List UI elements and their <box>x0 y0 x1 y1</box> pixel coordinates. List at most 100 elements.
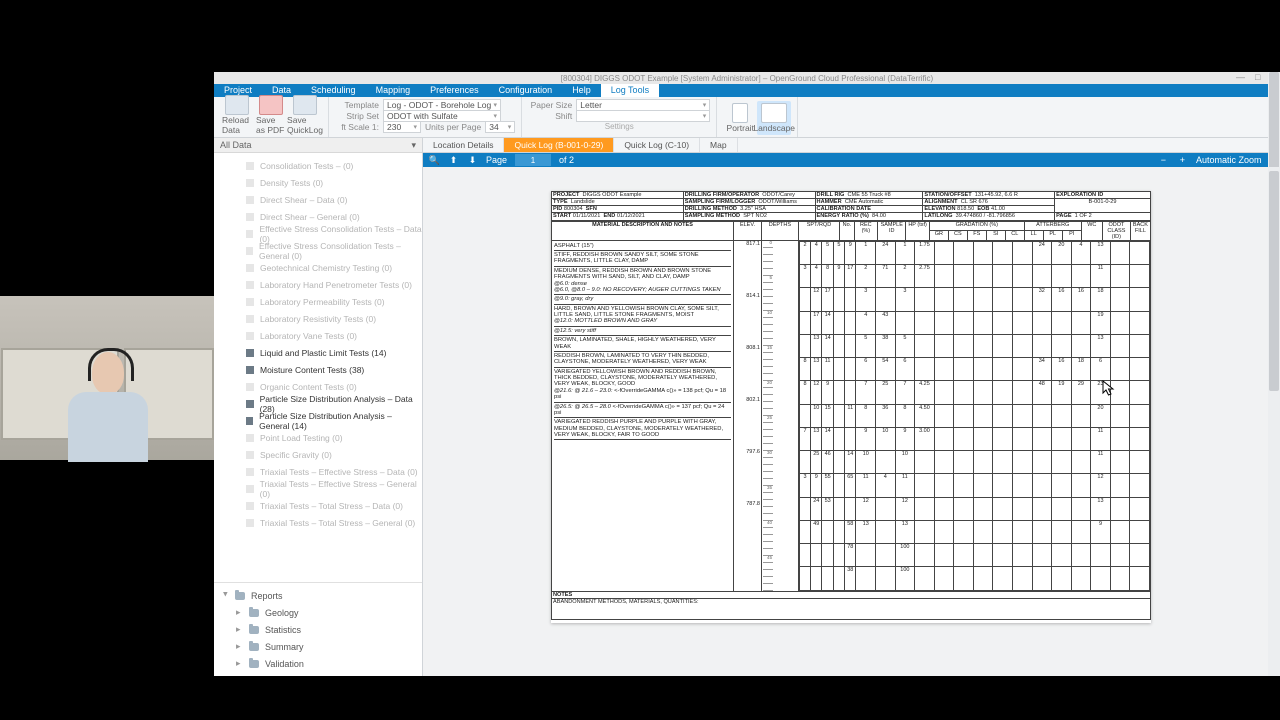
sidebar-item[interactable]: Triaxial Tests – Effective Stress – Gene… <box>246 480 422 497</box>
save-pdf-button[interactable]: Save as PDF <box>254 93 288 137</box>
sidebar-item[interactable]: Specific Gravity (0) <box>246 446 422 463</box>
sidebar-item-label: Triaxial Tests – Total Stress – Data (0) <box>260 501 403 511</box>
doc-tab[interactable]: Quick Log (B-001-0-29) <box>504 138 614 152</box>
sidebar-item[interactable]: Point Load Testing (0) <box>246 429 422 446</box>
sidebar-item[interactable]: Particle Size Distribution Analysis – Ge… <box>246 412 422 429</box>
sidebar-item[interactable]: Density Tests (0) <box>246 174 422 191</box>
landscape-button[interactable]: Landscape <box>757 101 791 135</box>
sidebar-item-label: Direct Shear – Data (0) <box>260 195 347 205</box>
scale-label: ft Scale 1: <box>335 122 379 132</box>
sidebar-item[interactable]: Moisture Content Tests (38) <box>246 361 422 378</box>
sidebar-item[interactable]: Effective Stress Consolidation Tests – D… <box>246 225 422 242</box>
sidebar-item-label: Density Tests (0) <box>260 178 323 188</box>
document-canvas[interactable]: PROJECT DIGGS ODOT Example DRILLING FIRM… <box>423 167 1280 676</box>
chevron-icon: ▸ <box>220 592 231 599</box>
sidebar-item[interactable]: Direct Shear – General (0) <box>246 208 422 225</box>
sidebar-item-label: Laboratory Vane Tests (0) <box>260 331 357 341</box>
sidebar-item-label: Laboratory Hand Penetrometer Tests (0) <box>260 280 412 290</box>
chevron-icon: ▸ <box>236 607 243 618</box>
sidebar-item[interactable]: Particle Size Distribution Analysis – Da… <box>246 395 422 412</box>
shift-select[interactable]: ▾ <box>576 110 710 122</box>
scale-input[interactable]: 230▾ <box>383 121 421 133</box>
zoom-in-icon[interactable]: + <box>1177 155 1188 166</box>
zoom-out-icon[interactable]: − <box>1158 155 1169 166</box>
folder-validation[interactable]: ▸Validation <box>214 655 422 672</box>
stripset-label: Strip Set <box>335 111 379 121</box>
sidebar-item-label: Point Load Testing (0) <box>260 433 343 443</box>
reload-data-button[interactable]: Reload Data <box>220 93 254 137</box>
sidebar-item[interactable]: Triaxial Tests – Effective Stress – Data… <box>246 463 422 480</box>
chevron-down-icon: ▾ <box>411 140 416 151</box>
ribbon-tab-log-tools[interactable]: Log Tools <box>601 84 659 97</box>
checkbox-icon <box>246 332 254 340</box>
sidebar-item[interactable]: Laboratory Resistivity Tests (0) <box>246 310 422 327</box>
page-input[interactable] <box>515 154 551 166</box>
sidebar-item[interactable]: Triaxial Tests – Total Stress – General … <box>246 514 422 531</box>
sidebar-item[interactable]: Effective Stress Consolidation Tests – G… <box>246 242 422 259</box>
page-of: of 2 <box>559 155 574 165</box>
doc-tab[interactable]: Map <box>700 138 738 152</box>
checkbox-icon <box>246 179 254 187</box>
sidebar-item[interactable]: Laboratory Hand Penetrometer Tests (0) <box>246 276 422 293</box>
shift-label: Shift <box>528 111 572 121</box>
maximize-button[interactable]: □ <box>1255 72 1260 83</box>
ribbon-tab-preferences[interactable]: Preferences <box>420 84 489 97</box>
title-bar: [800304] DIGGS ODOT Example [System Admi… <box>214 72 1280 84</box>
checkbox-icon <box>246 417 253 425</box>
page-down-icon[interactable]: ⬇ <box>467 155 478 166</box>
folder-geology[interactable]: ▸Geology <box>214 604 422 621</box>
ribbon-tab-mapping[interactable]: Mapping <box>366 84 421 97</box>
sidebar-item-label: Liquid and Plastic Limit Tests (14) <box>260 348 386 358</box>
sidebar-item[interactable]: Organic Content Tests (0) <box>246 378 422 395</box>
checkbox-icon <box>246 468 254 476</box>
ribbon-tab-configuration[interactable]: Configuration <box>489 84 563 97</box>
sidebar-item[interactable]: Consolidation Tests – (0) <box>246 157 422 174</box>
checkbox-icon <box>246 349 254 357</box>
sidebar-item-label: Triaxial Tests – Total Stress – General … <box>260 518 415 528</box>
paper-label: Paper Size <box>528 100 572 110</box>
minimize-button[interactable]: — <box>1236 72 1245 83</box>
ribbon-tab-help[interactable]: Help <box>562 84 601 97</box>
checkbox-icon <box>246 502 254 510</box>
checkbox-icon <box>246 485 254 493</box>
sidebar-item[interactable]: Laboratory Vane Tests (0) <box>246 327 422 344</box>
chevron-icon: ▸ <box>236 658 243 669</box>
folder-summary[interactable]: ▸Summary <box>214 638 422 655</box>
log-page: PROJECT DIGGS ODOT Example DRILLING FIRM… <box>551 191 1151 623</box>
search-icon[interactable]: 🔍 <box>429 155 440 166</box>
checkbox-icon <box>246 366 254 374</box>
ribbon: Reload Data Save as PDF Save QuickLog Te… <box>214 97 1280 138</box>
sidebar-item-label: Specific Gravity (0) <box>260 450 332 460</box>
checkbox-icon <box>246 400 254 408</box>
portrait-button[interactable]: Portrait <box>723 101 757 135</box>
folder-statistics[interactable]: ▸Statistics <box>214 621 422 638</box>
checkbox-icon <box>246 383 254 391</box>
sidebar-list: Consolidation Tests – (0) Density Tests (… <box>214 153 422 582</box>
checkbox-icon <box>246 162 254 170</box>
zoom-label[interactable]: Automatic Zoom <box>1196 155 1262 165</box>
webcam-inset <box>0 296 214 460</box>
doc-tab[interactable]: Location Details <box>423 138 504 152</box>
folder-reports[interactable]: ▸Reports <box>214 587 422 604</box>
sidebar-item[interactable]: Laboratory Permeability Tests (0) <box>246 293 422 310</box>
page-label: Page <box>486 155 507 165</box>
ribbon-tabs: ProjectDataSchedulingMappingPreferencesC… <box>214 84 1280 97</box>
sidebar-item[interactable]: Geotechnical Chemistry Testing (0) <box>246 259 422 276</box>
sidebar-item[interactable]: Direct Shear – Data (0) <box>246 191 422 208</box>
doc-tab[interactable]: Quick Log (C-10) <box>614 138 700 152</box>
page-up-icon[interactable]: ⬆ <box>448 155 459 166</box>
sidebar-item-label: Laboratory Permeability Tests (0) <box>260 297 385 307</box>
checkbox-icon <box>246 315 254 323</box>
sidebar-item-label: Particle Size Distribution Analysis – Ge… <box>259 411 422 431</box>
save-quicklog-button[interactable]: Save QuickLog <box>288 93 322 137</box>
checkbox-icon <box>246 264 254 272</box>
canvas-scrollbar[interactable] <box>1268 167 1280 676</box>
checkbox-icon <box>246 247 253 255</box>
folder-icon <box>235 592 245 600</box>
sidebar-header[interactable]: All Data▾ <box>214 138 422 153</box>
units-input[interactable]: 34▾ <box>485 121 515 133</box>
sidebar-item[interactable]: Triaxial Tests – Total Stress – Data (0) <box>246 497 422 514</box>
folder-icon <box>249 626 259 634</box>
sidebar-item-label: Triaxial Tests – Effective Stress – Gene… <box>260 479 422 499</box>
sidebar-item[interactable]: Liquid and Plastic Limit Tests (14) <box>246 344 422 361</box>
